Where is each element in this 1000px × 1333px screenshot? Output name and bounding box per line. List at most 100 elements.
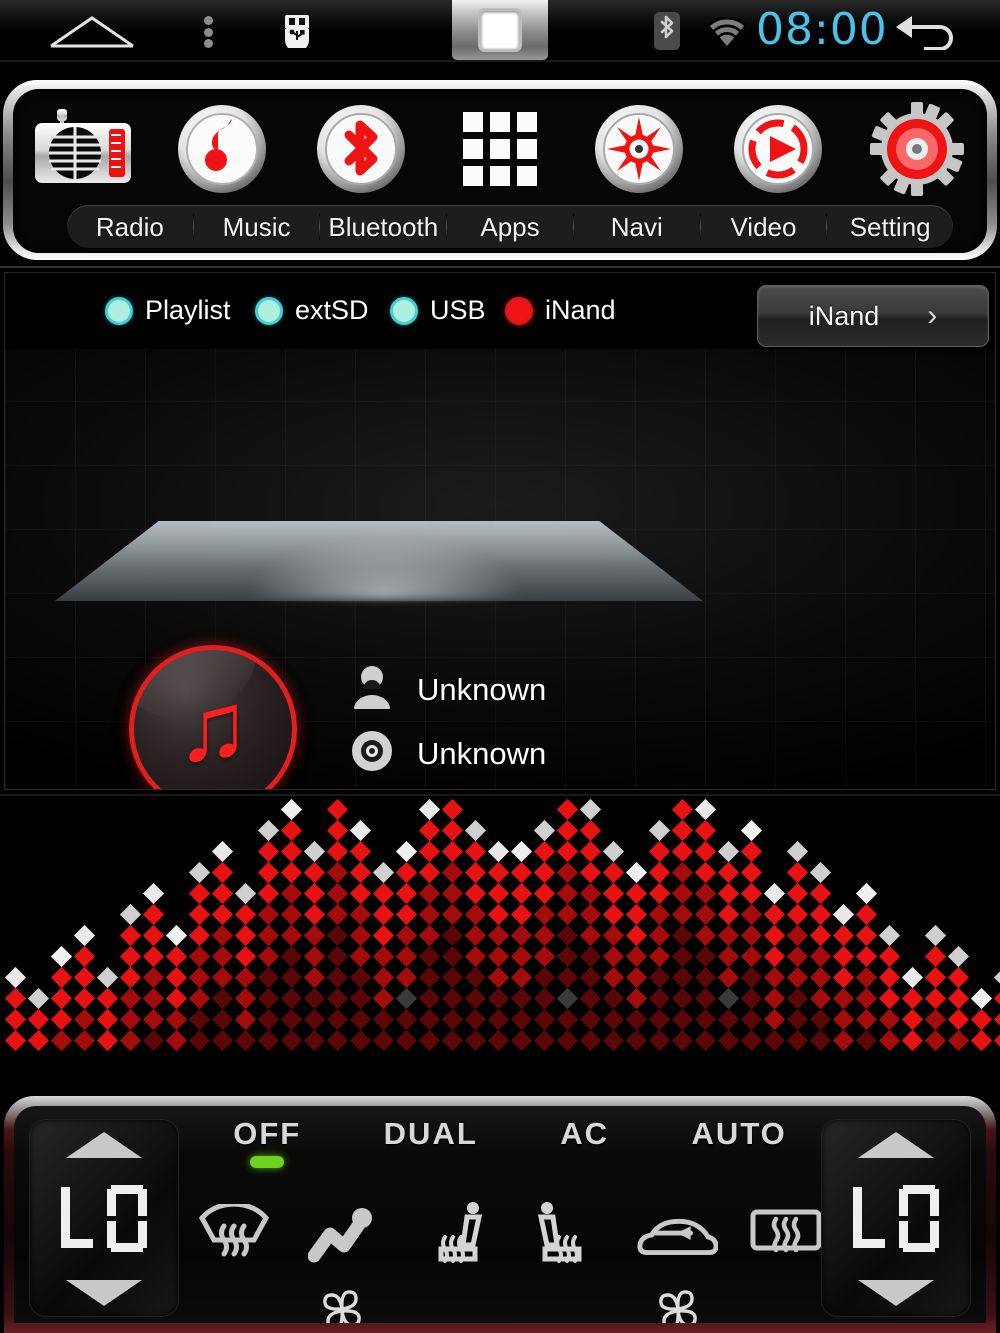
nav-item-bluetooth[interactable] [291, 101, 430, 197]
spectrum-dot [280, 798, 303, 821]
spectrum-dot [671, 924, 694, 947]
spectrum-dot [671, 882, 694, 905]
climate-mode-off[interactable]: OFF [233, 1116, 301, 1168]
spectrum-dot [441, 945, 464, 968]
spectrum-dot [694, 945, 717, 968]
spectrum-dot [533, 903, 556, 926]
nav-inner-panel: Radio Music Bluetooth Apps Navi Video Se… [13, 89, 987, 253]
nav-item-apps[interactable] [430, 101, 569, 197]
climate-mode-dual[interactable]: DUAL [384, 1116, 478, 1152]
nav-item-setting[interactable] [848, 101, 987, 197]
heated-seat-right-icon[interactable] [523, 1197, 607, 1273]
spectrum-dot [579, 966, 602, 989]
spectrum-dot [4, 1029, 27, 1052]
spectrum-dot [648, 1029, 671, 1052]
nav-label-bluetooth[interactable]: Bluetooth [320, 212, 446, 243]
overflow-menu-icon[interactable] [200, 16, 216, 48]
spectrum-dot [579, 861, 602, 884]
nav-label-apps[interactable]: Apps [447, 212, 573, 243]
spectrum-dot [188, 903, 211, 926]
spectrum-dot [257, 819, 280, 842]
radio-button-extsd[interactable] [255, 296, 283, 325]
spectrum-dot [556, 1008, 579, 1031]
spectrum-dot [441, 924, 464, 947]
spectrum-dot [648, 882, 671, 905]
spectrum-dot [119, 987, 142, 1010]
source-option-extsd[interactable]: extSD [255, 295, 369, 326]
spectrum-dot [188, 1008, 211, 1031]
seven-segment-L [61, 1187, 93, 1248]
spectrum-dot [326, 903, 349, 926]
spectrum-dot [510, 966, 533, 989]
rear-defrost-icon[interactable] [744, 1197, 828, 1273]
spectrum-dot [740, 882, 763, 905]
radio-button-inand[interactable] [505, 296, 533, 325]
spectrum-dot [326, 945, 349, 968]
spectrum-dot [924, 945, 947, 968]
air-recirculation-icon[interactable] [634, 1197, 718, 1273]
nav-label-setting[interactable]: Setting [827, 212, 953, 243]
heated-seat-left-icon[interactable] [413, 1197, 497, 1273]
climate-mode-ac[interactable]: AC [560, 1116, 609, 1152]
home-icon[interactable] [48, 14, 136, 48]
temp-right-down-button[interactable] [858, 1280, 934, 1306]
spectrum-dot [395, 840, 418, 863]
album-art[interactable]: ♫ [129, 645, 297, 789]
spectrum-dot [855, 987, 878, 1010]
spectrum-dot [694, 819, 717, 842]
source-button-label: iNand [808, 300, 880, 331]
radio-button-playlist[interactable] [105, 296, 133, 325]
nav-label-music[interactable]: Music [194, 212, 320, 243]
source-label-extsd: extSD [295, 295, 369, 325]
spectrum-dot [648, 924, 671, 947]
spectrum-dot [947, 1029, 970, 1052]
spectrum-dot [878, 966, 901, 989]
nav-item-music[interactable] [152, 101, 291, 197]
spectrum-dot [694, 987, 717, 1010]
spectrum-dot [395, 1008, 418, 1031]
spectrum-dot [602, 882, 625, 905]
source-option-usb[interactable]: USB [390, 295, 486, 326]
spectrum-dot [740, 924, 763, 947]
apps-grid-icon [462, 101, 537, 197]
spectrum-dot [441, 798, 464, 821]
spectrum-dot [234, 966, 257, 989]
spectrum-dot [993, 1029, 1000, 1052]
spectrum-dot [27, 987, 50, 1010]
nav-item-navi[interactable] [570, 101, 709, 197]
spectrum-dot [901, 1008, 924, 1031]
spectrum-dot [441, 861, 464, 884]
temp-left-up-button[interactable] [66, 1132, 142, 1158]
radio-button-usb[interactable] [390, 296, 418, 325]
spectrum-dot [441, 882, 464, 905]
fan-icon[interactable] [654, 1288, 702, 1323]
nav-label-video[interactable]: Video [701, 212, 827, 243]
source-option-inand[interactable]: iNand [505, 295, 616, 326]
airflow-face-icon[interactable] [302, 1197, 386, 1273]
nav-item-video[interactable] [709, 101, 848, 197]
spectrum-dot [211, 1029, 234, 1052]
temp-right-up-button[interactable] [858, 1132, 934, 1158]
temp-left-down-button[interactable] [66, 1280, 142, 1306]
spectrum-dot [694, 966, 717, 989]
source-browse-button[interactable]: iNand › [757, 285, 989, 347]
nav-label-navi[interactable]: Navi [574, 212, 700, 243]
spectrum-dot [418, 840, 441, 863]
recent-apps-icon[interactable] [452, 0, 548, 60]
spectrum-dots [0, 796, 1000, 1058]
spectrum-dot [625, 924, 648, 947]
spectrum-dot [648, 945, 671, 968]
compass-icon [593, 101, 685, 197]
back-arrow-icon[interactable] [890, 14, 960, 51]
fan-icon[interactable] [318, 1288, 366, 1323]
source-option-playlist[interactable]: Playlist [105, 295, 231, 326]
spectrum-dot [717, 1008, 740, 1031]
source-label-usb: USB [430, 295, 486, 325]
spectrum-dot [648, 987, 671, 1010]
nav-label-radio[interactable]: Radio [67, 212, 193, 243]
spectrum-dot [510, 987, 533, 1010]
nav-item-radio[interactable] [13, 101, 152, 197]
spectrum-dot [257, 1008, 280, 1031]
climate-mode-auto[interactable]: AUTO [691, 1116, 786, 1152]
windshield-defrost-icon[interactable] [192, 1197, 276, 1273]
